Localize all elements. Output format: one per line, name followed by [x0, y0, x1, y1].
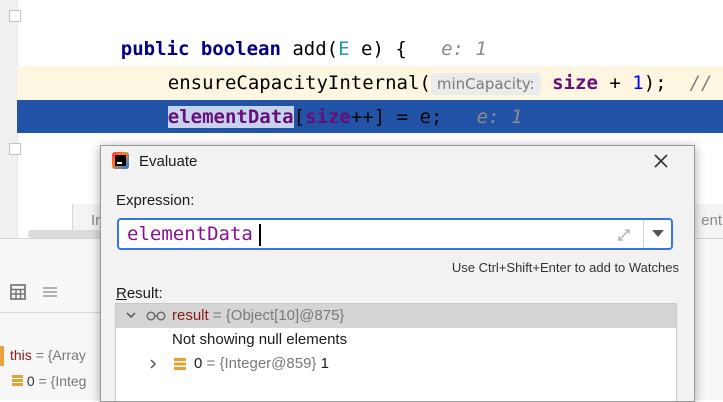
variable-value: = {Integ — [38, 373, 87, 389]
code-line-1: public boolean add(E e) { e: 1 — [75, 0, 487, 60]
code-comment: // In — [689, 72, 713, 94]
table-icon[interactable] — [10, 284, 26, 300]
child-value: = {Integer@859} — [206, 355, 317, 372]
mnemonic-char: R — [116, 285, 127, 302]
intellij-logo-icon — [112, 152, 129, 169]
chevron-down-icon[interactable] — [126, 312, 136, 319]
breakpoint-marker — [0, 346, 4, 366]
editor-gutter — [0, 0, 18, 238]
expression-text[interactable]: elementData — [127, 223, 253, 245]
chevron-right-icon[interactable] — [150, 359, 157, 369]
field-divider — [643, 220, 644, 248]
expression-label: Expression: — [116, 192, 195, 209]
result-name: result — [172, 307, 209, 324]
variable-value: = {Array — [35, 347, 86, 363]
watch-hint-text: Use Ctrl+Shift+Enter to add to Watches — [451, 260, 679, 275]
number-literal: 1 — [632, 72, 644, 94]
variables-list: this = {Array 0 = {Integ — [0, 344, 100, 400]
variable-row[interactable]: 0 = {Integ — [12, 373, 86, 389]
array-item-icon — [174, 358, 186, 370]
result-value: = {Object[10]@875} — [212, 307, 345, 324]
close-icon[interactable] — [654, 154, 668, 168]
field-ref: size — [552, 72, 598, 94]
code-text: ); — [643, 72, 667, 94]
watch-glasses-icon — [146, 311, 166, 321]
code-line-4: return true; — [122, 99, 305, 161]
dialog-titlebar[interactable]: Evaluate — [101, 146, 694, 178]
inline-value-hint: e: 1 — [476, 106, 523, 128]
result-label: Result: — [116, 285, 163, 302]
child-index: 0 — [194, 355, 203, 372]
fold-marker-icon[interactable] — [9, 143, 21, 155]
field-ref: size — [305, 106, 351, 128]
fold-marker-icon[interactable] — [9, 10, 21, 22]
variable-row[interactable]: this = {Array — [10, 347, 86, 363]
child-number: 1 — [320, 355, 329, 372]
variable-name: 0 — [26, 373, 35, 389]
array-item-icon — [12, 375, 23, 386]
evaluate-dialog[interactable]: Evaluate Expression: elementData Use Ctr… — [100, 145, 695, 402]
expand-icon[interactable] — [616, 227, 632, 243]
code-text: ++] = e; — [350, 106, 443, 128]
expression-input[interactable]: elementData — [117, 218, 673, 250]
variable-name: this — [10, 347, 32, 363]
history-dropdown-icon[interactable] — [652, 230, 664, 238]
text-cursor — [259, 224, 261, 246]
info-text: Not showing null elements — [172, 331, 348, 348]
code-line-3: elementData[size++] = e; e: 1 — [122, 66, 522, 128]
dialog-title: Evaluate — [139, 153, 198, 170]
result-tree[interactable]: result = {Object[10]@875} Not showing nu… — [115, 303, 677, 401]
tree-row-info: Not showing null elements — [116, 328, 676, 352]
result-label-text: esult: — [126, 285, 163, 302]
panel-text: ent — [701, 212, 722, 229]
operator: + — [597, 72, 633, 94]
code-line-2: ensureCapacityInternal(minCapacity: size… — [122, 32, 723, 95]
panel-text: Ir — [91, 212, 101, 229]
debugger-toolbar — [0, 272, 100, 313]
tree-row-child[interactable]: 0 = {Integer@859} 1 — [116, 352, 676, 376]
settings-lines-icon[interactable] — [42, 284, 58, 300]
tree-row-root[interactable]: result = {Object[10]@875} — [116, 304, 676, 328]
